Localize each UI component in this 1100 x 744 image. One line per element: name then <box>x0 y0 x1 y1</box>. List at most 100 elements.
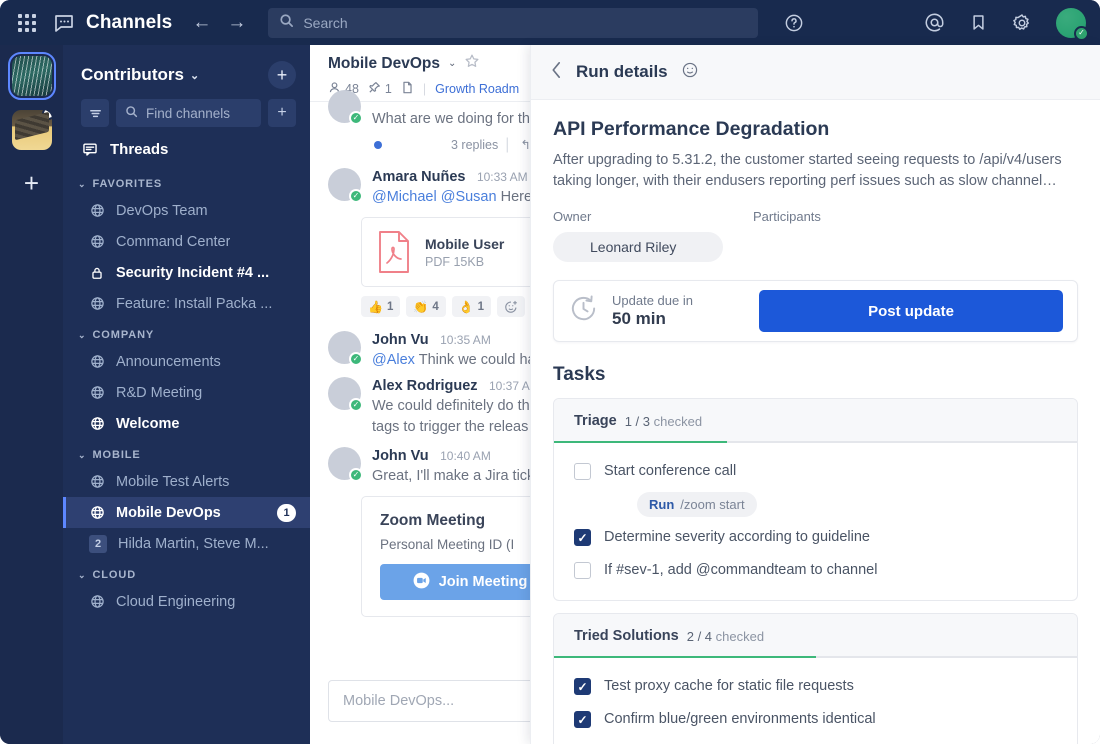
checkbox[interactable] <box>574 463 591 480</box>
attachment-name: Mobile User <box>425 235 505 252</box>
sidebar-item-group-dm[interactable]: 2 Hilda Martin, Steve M... <box>63 528 310 559</box>
search-icon <box>279 13 294 33</box>
smiley-icon[interactable] <box>682 62 698 83</box>
add-channel-button[interactable]: + <box>268 99 296 127</box>
online-status-icon: ✓ <box>349 398 363 412</box>
mention-alex[interactable]: @Alex <box>372 352 415 368</box>
bookmark-icon[interactable] <box>969 13 988 32</box>
star-icon[interactable] <box>464 53 480 74</box>
sidebar-category-favorites[interactable]: ⌄ FAVORITES <box>63 168 310 195</box>
owner-chip[interactable]: Leonard Riley <box>553 232 723 262</box>
chevron-left-icon[interactable] <box>551 61 562 83</box>
team-tile-second[interactable] <box>11 110 52 150</box>
sidebar-category-mobile[interactable]: ⌄ MOBILE <box>63 439 310 466</box>
checklist-item[interactable]: If #sev-1, add @commandteam to channel <box>554 554 1077 587</box>
find-channels-placeholder: Find channels <box>146 105 231 121</box>
team-name-button[interactable]: Contributors ⌄ <box>81 65 199 85</box>
mention-susan[interactable]: @Susan <box>441 189 497 205</box>
files-button[interactable] <box>401 81 414 97</box>
checkbox[interactable] <box>574 562 591 579</box>
add-reaction-icon[interactable] <box>497 296 526 317</box>
online-status-icon: ✓ <box>349 468 363 482</box>
message-author[interactable]: John Vu <box>372 332 429 348</box>
team-sidebar: + <box>0 45 63 744</box>
sidebar-item-welcome[interactable]: Welcome <box>63 408 310 439</box>
sidebar-item-command-center[interactable]: Command Center <box>63 226 310 257</box>
avatar[interactable]: ✓ <box>328 447 363 482</box>
checkbox[interactable] <box>574 678 591 695</box>
apps-grid-icon[interactable] <box>14 10 40 36</box>
checklist-progress-text: 2 / 4 checked <box>687 629 764 644</box>
gear-icon[interactable] <box>1012 13 1032 33</box>
checkbox[interactable] <box>574 529 591 546</box>
user-avatar[interactable]: ✓ <box>1056 7 1089 41</box>
category-label: COMPANY <box>92 329 155 341</box>
avatar <box>558 236 581 259</box>
sidebar-item-rd-meeting[interactable]: R&D Meeting <box>63 377 310 408</box>
checklist-item[interactable]: Confirm blue/green environments identica… <box>554 703 1077 736</box>
online-status-icon: ✓ <box>349 111 363 125</box>
checklist-header[interactable]: Triage 1 / 3 checked <box>554 399 1077 443</box>
avatar[interactable]: ✓ <box>328 377 363 412</box>
avatar <box>604 493 627 516</box>
app-window: Channels ← → Search ✓ + Contributors ⌄ +… <box>0 0 1100 744</box>
sidebar-item-feature-install[interactable]: Feature: Install Packa ... <box>63 288 310 319</box>
find-channels-input[interactable]: Find channels <box>116 99 261 127</box>
at-mention-icon[interactable] <box>924 12 945 33</box>
message-author[interactable]: John Vu <box>372 448 429 464</box>
team-tile-contributors[interactable] <box>7 52 56 100</box>
checklist-item[interactable]: Start conference call <box>554 455 1077 488</box>
pinned-count[interactable]: 1 <box>368 81 392 97</box>
checklist-item[interactable]: Determine severity according to guidelin… <box>554 521 1077 554</box>
run-description: After upgrading to 5.31.2, the customer … <box>553 152 1062 189</box>
checklist-header[interactable]: Tried Solutions 2 / 4 checked <box>554 614 1077 658</box>
sidebar-item-mobile-devops[interactable]: Mobile DevOps 1 <box>63 497 310 528</box>
search-input[interactable]: Search <box>268 7 759 38</box>
channel-label: Cloud Engineering <box>116 593 236 610</box>
participant-avatars[interactable] <box>753 232 1078 261</box>
sidebar-item-announcements[interactable]: Announcements <box>63 346 310 377</box>
sidebar-item-mobile-test-alerts[interactable]: Mobile Test Alerts <box>63 466 310 497</box>
checkbox[interactable] <box>574 711 591 728</box>
message-author[interactable]: Alex Rodriguez <box>372 378 478 394</box>
chevron-down-icon[interactable]: ⌄ <box>448 58 456 69</box>
sidebar-item-cloud-engineering[interactable]: Cloud Engineering <box>63 586 310 617</box>
avatar[interactable]: ✓ <box>328 168 363 203</box>
run-command-chip[interactable]: Run /zoom start <box>637 492 757 517</box>
add-team-button[interactable]: + <box>24 170 39 196</box>
chevron-down-icon: ⌄ <box>78 449 87 460</box>
checklist-item-label: Test proxy cache for static file request… <box>604 678 854 694</box>
reaction-thumbsup[interactable]: 👍 1 <box>361 296 401 317</box>
mention-michael[interactable]: @Michael <box>372 189 437 205</box>
reaction-ok[interactable]: 👌 1 <box>451 296 492 317</box>
forward-arrow-icon[interactable]: → <box>227 13 246 32</box>
post-update-button[interactable]: Post update <box>759 290 1063 332</box>
channel-header-link[interactable]: Growth Roadm <box>435 82 519 96</box>
filter-icon[interactable] <box>81 99 109 127</box>
help-circle-icon[interactable] <box>784 13 804 33</box>
avatar[interactable]: ✓ <box>328 331 363 366</box>
back-arrow-icon[interactable]: ← <box>192 13 211 32</box>
channel-label: DevOps Team <box>116 202 208 219</box>
sidebar-category-company[interactable]: ⌄ COMPANY <box>63 319 310 346</box>
checklist-count-suffix: checked <box>653 413 703 429</box>
checklist-item[interactable]: Test proxy cache for static file request… <box>554 670 1077 703</box>
message-timestamp: 10:40 AM <box>440 449 491 463</box>
sidebar-category-cloud[interactable]: ⌄ CLOUD <box>63 559 310 586</box>
channel-label: Feature: Install Packa ... <box>116 295 273 312</box>
reaction-clap[interactable]: 👏 4 <box>406 296 446 317</box>
composer-placeholder: Mobile DevOps... <box>343 693 455 709</box>
progress-bar <box>554 656 1077 658</box>
browse-channels-button[interactable]: + <box>268 61 296 89</box>
channel-title[interactable]: Mobile DevOps <box>328 55 440 73</box>
globe-icon <box>89 594 105 609</box>
sidebar-item-security-incident[interactable]: Security Incident #4 ... <box>63 257 310 288</box>
checklist-items: Test proxy cache for static file request… <box>554 658 1077 744</box>
message-author[interactable]: Amara Nuñes <box>372 169 465 185</box>
avatar[interactable]: ✓ <box>328 90 363 125</box>
panel-title: Run details <box>576 62 668 81</box>
product-title: Channels <box>86 11 173 33</box>
pinned-count-value: 1 <box>384 82 392 96</box>
sidebar-item-threads[interactable]: Threads <box>63 127 310 168</box>
sidebar-item-devops-team[interactable]: DevOps Team <box>63 195 310 226</box>
